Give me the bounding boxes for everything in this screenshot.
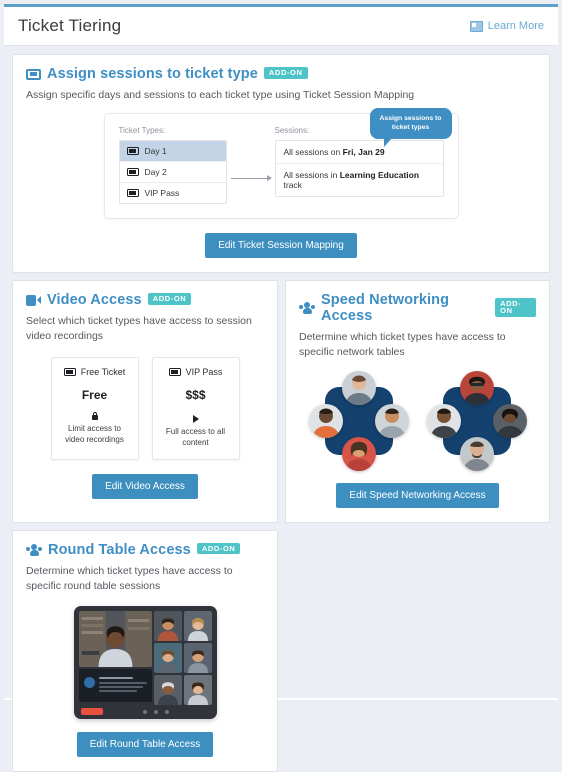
avatar (341, 370, 376, 405)
page-header: Ticket Tiering Learn More (4, 7, 558, 46)
edit-video-access-button[interactable]: Edit Video Access (92, 473, 198, 499)
addon-badge: ADD-ON (263, 67, 308, 79)
ticket-icon (168, 367, 181, 376)
tier-note: Full access to all content (165, 426, 226, 448)
cards-board: Assign sessions to ticket type ADD-ON As… (4, 46, 558, 772)
avatar (341, 436, 376, 471)
ticket-types-label: Ticket Types: (118, 126, 166, 136)
app-page: Ticket Tiering Learn More Assign session… (4, 4, 558, 772)
ticket-type-label: VIP Pass (144, 188, 180, 199)
learn-more-label: Learn More (487, 20, 544, 32)
card-round-table: Round Table Access ADD-ON Determine whic… (12, 529, 278, 772)
card-title: Round Table Access (48, 541, 191, 558)
participant-tile (153, 611, 182, 642)
callout-bubble: Assign sessions to ticket types (369, 108, 452, 148)
session-prefix: All sessions on (283, 147, 343, 158)
avatar (83, 677, 95, 689)
card-description: Determine which ticket types have access… (26, 564, 233, 592)
participant-tile (183, 675, 212, 706)
empty-slot (285, 530, 550, 772)
session-bold: Learning Education (339, 170, 420, 181)
edit-round-table-access-button[interactable]: Edit Round Table Access (76, 732, 214, 758)
leave-button[interactable] (80, 708, 103, 716)
card-speed-networking: Speed Networking Access ADD-ON Determine… (285, 280, 550, 523)
participant-grid (153, 611, 212, 706)
edit-speed-networking-access-button[interactable]: Edit Speed Networking Access (336, 482, 499, 508)
ticket-session-diagram: Ticket Types: Day 1 Day 2 VIP Pass Sessi… (26, 108, 536, 220)
ticket-icon (63, 367, 76, 376)
session-row[interactable]: All sessions in Learning Education track (275, 164, 443, 197)
chat-panel (78, 669, 152, 703)
card-header: Assign sessions to ticket type ADD-ON (26, 66, 536, 82)
avatar (459, 436, 494, 471)
page-title: Ticket Tiering (18, 16, 122, 35)
card-title: Speed Networking Access (321, 292, 450, 325)
addon-badge: ADD-ON (196, 542, 241, 555)
participant-tile (153, 675, 182, 706)
video-camera-icon (26, 294, 41, 306)
lock-icon (91, 411, 98, 420)
participant-tile (183, 611, 212, 642)
card-title: Assign sessions to ticket type (47, 66, 258, 82)
play-icon (192, 414, 199, 423)
ticket-type-row[interactable]: Day 1 (119, 141, 226, 163)
card-description: Select which ticket types have access to… (26, 315, 252, 343)
video-tier-tiles: Free Ticket Free Limit access to video r… (26, 356, 264, 460)
tier-name: VIP Pass (185, 366, 223, 377)
edit-ticket-session-mapping-button[interactable]: Edit Ticket Session Mapping (205, 233, 357, 259)
tier-name: Free Ticket (80, 366, 126, 377)
network-table[interactable] (426, 370, 527, 471)
people-group-icon (26, 543, 42, 556)
session-row[interactable]: All sessions on Fri, Jan 29 (275, 141, 443, 165)
ticket-type-row[interactable]: Day 2 (119, 162, 226, 184)
tier-price: $$$ (185, 387, 206, 402)
card-assign-sessions: Assign sessions to ticket type ADD-ON As… (12, 54, 550, 274)
learn-more-link[interactable]: Learn More (469, 20, 544, 32)
arrow-icon (227, 152, 275, 204)
ticket-icon (126, 189, 139, 198)
tier-price: Free (81, 387, 108, 402)
card-title: Video Access (47, 292, 142, 309)
ticket-type-row[interactable]: VIP Pass (119, 183, 226, 204)
card-video-access: Video Access ADD-ON Select which ticket … (12, 280, 278, 523)
pagination-dots[interactable] (103, 709, 210, 714)
network-tables-illustration (299, 370, 536, 471)
avatar (308, 403, 343, 438)
ticket-icon (26, 68, 41, 80)
avatar (459, 370, 494, 405)
session-bold: Fri, Jan 29 (342, 147, 385, 158)
meeting-controls (79, 708, 212, 716)
book-icon (469, 20, 483, 32)
network-table[interactable] (308, 370, 409, 471)
card-header: Round Table Access ADD-ON (26, 542, 264, 558)
card-header: Video Access ADD-ON (26, 292, 264, 308)
addon-badge: ADD-ON (147, 293, 192, 305)
people-group-icon (299, 302, 315, 315)
round-table-preview (26, 606, 264, 720)
ticket-icon (126, 168, 139, 177)
tier-note: Limit access to video recordings (65, 423, 124, 445)
avatar (426, 403, 461, 438)
tier-tile[interactable]: VIP Pass $$$ Full access to all content (151, 356, 240, 460)
session-suffix: track (283, 180, 302, 191)
participant-tile (183, 643, 212, 674)
card-description: Determine which ticket types have access… (299, 331, 506, 359)
addon-badge: ADD-ON (495, 297, 536, 317)
ticket-type-label: Day 1 (144, 146, 167, 157)
avatar (374, 403, 409, 438)
participant-tile (153, 643, 182, 674)
ticket-type-label: Day 2 (144, 167, 167, 178)
session-prefix: All sessions in (283, 170, 340, 181)
ticket-types-column: Ticket Types: Day 1 Day 2 VIP Pass (118, 126, 227, 205)
ticket-icon (126, 147, 139, 156)
card-description: Assign specific days and sessions to eac… (26, 89, 415, 101)
card-header: Speed Networking Access ADD-ON (299, 292, 536, 324)
video-main-tile (78, 611, 152, 668)
avatar (492, 403, 527, 438)
tier-tile[interactable]: Free Ticket Free Limit access to video r… (50, 356, 139, 460)
